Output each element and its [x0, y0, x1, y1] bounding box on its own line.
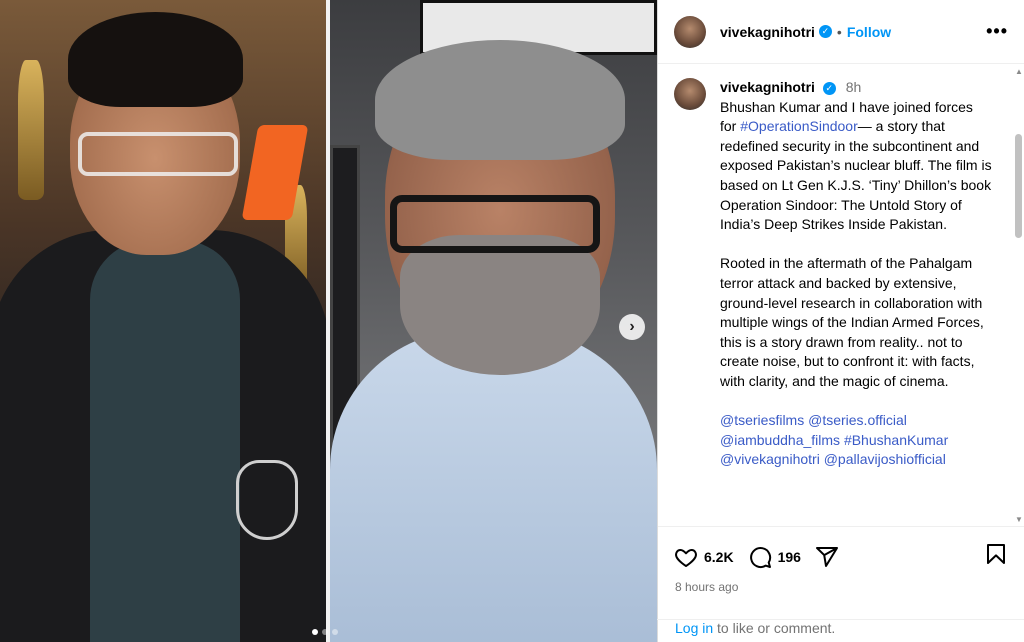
post-header: vivekagnihotri ✓ • Follow ••• — [658, 0, 1024, 64]
scroll-up-icon[interactable]: ▲ — [1015, 68, 1023, 76]
carousel-dot — [312, 629, 318, 635]
carousel-indicator — [312, 629, 338, 635]
post-caption: vivekagnihotri ✓ 8h Bhushan Kumar and I … — [658, 64, 1024, 470]
comments-section[interactable]: vivekagnihotri ✓ 8h Bhushan Kumar and I … — [658, 64, 1024, 526]
hair-shape — [68, 12, 243, 107]
photo-vivek-agnihotri — [330, 0, 657, 642]
verified-badge-icon: ✓ — [822, 81, 836, 95]
caption-paragraph-1: Bhushan Kumar and I have joined forces f… — [720, 98, 992, 235]
more-options-icon[interactable]: ••• — [986, 21, 1008, 42]
mention-link[interactable]: @pallavijoshiofficial — [824, 451, 946, 467]
header-separator: • — [836, 23, 842, 40]
carousel-next-button[interactable]: › — [619, 314, 645, 340]
avatar[interactable] — [674, 15, 706, 48]
bookmark-icon — [987, 544, 1005, 564]
glasses-shape — [78, 132, 238, 176]
caption-text: — a story that redefined security in the… — [720, 118, 996, 233]
author-username[interactable]: vivekagnihotri — [720, 24, 815, 40]
comment-icon — [749, 546, 771, 568]
caption-paragraph-2: Rooted in the aftermath of the Pahalgam … — [720, 255, 988, 389]
chevron-right-icon: › — [629, 318, 635, 335]
post-side-panel: vivekagnihotri ✓ • Follow ••• vivekagnih… — [657, 0, 1024, 642]
follow-button[interactable]: Follow — [847, 24, 891, 40]
avatar[interactable] — [674, 78, 706, 110]
hashtag-link[interactable]: #BhushanKumar — [844, 432, 948, 448]
login-link[interactable]: Log in — [675, 620, 713, 636]
mention-link[interactable]: @vivekagnihotri — [720, 451, 820, 467]
comments-scrollbar[interactable] — [1015, 134, 1022, 238]
like-count: 6.2K — [704, 548, 734, 565]
heart-icon — [675, 548, 697, 567]
scroll-down-icon[interactable]: ▼ — [1015, 516, 1023, 524]
save-button[interactable] — [984, 542, 1008, 571]
shirt-shape — [90, 240, 240, 642]
hashtag-link[interactable]: #OperationSindoor — [740, 118, 858, 134]
caption-username[interactable]: vivekagnihotri — [720, 79, 815, 95]
login-prompt: Log in to like or comment. — [657, 619, 1024, 642]
shirt-shape — [330, 330, 657, 642]
carousel-dot — [322, 629, 328, 635]
caption-body: vivekagnihotri ✓ 8h Bhushan Kumar and I … — [720, 78, 992, 470]
mention-link[interactable]: @tseries.official — [808, 412, 907, 428]
comment-button[interactable]: 196 — [748, 545, 801, 569]
hair-shape — [375, 40, 625, 160]
mention-link[interactable]: @iambuddha_films — [720, 432, 840, 448]
caption-time[interactable]: 8h — [846, 79, 862, 95]
photo-bhushan-kumar — [0, 0, 326, 642]
caption-tags: @tseriesfilms @tseries.official @iambudd… — [720, 411, 992, 470]
post-actions: 6.2K 196 — [658, 526, 1024, 586]
carousel-dot — [332, 629, 338, 635]
jacket-crest — [236, 460, 298, 540]
comment-count: 196 — [777, 548, 801, 565]
instagram-post: › vivekagnihotri ✓ • Follow ••• vivekagn… — [0, 0, 1024, 642]
trophy-decoration — [18, 60, 44, 200]
post-media-carousel[interactable]: › — [0, 0, 657, 642]
mention-link[interactable]: @tseriesfilms — [720, 412, 804, 428]
share-button[interactable] — [815, 545, 839, 569]
share-icon — [815, 546, 838, 567]
login-prompt-text: to like or comment. — [713, 620, 836, 636]
post-timestamp[interactable]: 8 hours ago — [675, 580, 738, 594]
verified-badge-icon: ✓ — [818, 25, 832, 38]
glasses-shape — [390, 195, 600, 253]
like-button[interactable]: 6.2K — [674, 545, 734, 569]
beard-shape — [400, 235, 600, 375]
